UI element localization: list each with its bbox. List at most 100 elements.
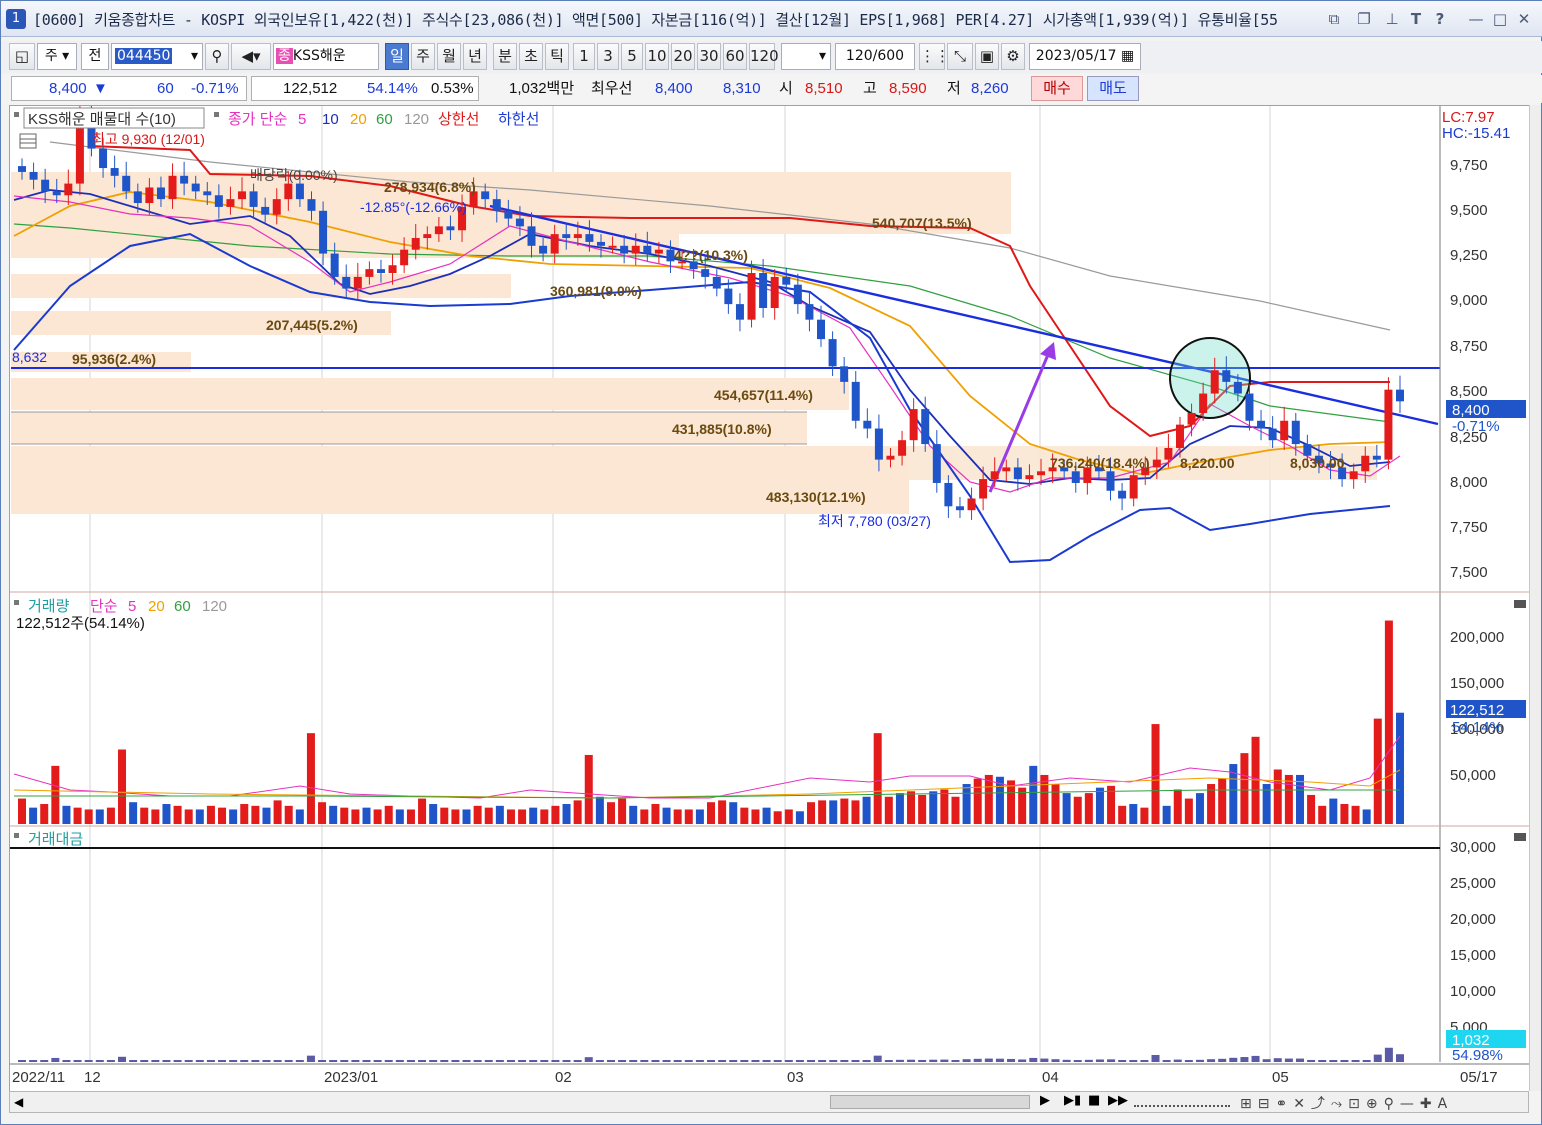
amount-bar — [206, 1060, 215, 1062]
panel-collapse-icon[interactable] — [1514, 600, 1526, 608]
amount-bar — [1062, 1059, 1071, 1062]
candle-body — [828, 339, 837, 367]
interval-button[interactable]: 1 — [573, 43, 595, 70]
period-button[interactable]: 주 — [411, 43, 435, 70]
stop-icon[interactable]: ■ — [1088, 1093, 1100, 1108]
stock-chart[interactable]: 95,936(2.4%) 207,445(5.2%) 278,934(6.8%)… — [10, 104, 1530, 1092]
all-button[interactable]: 전 — [81, 43, 109, 70]
interval-button[interactable]: 120 — [749, 43, 779, 70]
x-label: 2022/11 — [12, 1069, 65, 1086]
quote-ask: 8,400 — [655, 80, 693, 97]
volume-bar — [406, 809, 415, 824]
period-button[interactable]: 분 — [493, 43, 517, 70]
candle-body — [909, 409, 918, 441]
interval-custom-select[interactable]: ▾ — [781, 43, 831, 70]
volume-bar — [1284, 774, 1293, 824]
fast-forward-icon[interactable]: ▶▶ — [1108, 1093, 1128, 1108]
horizontal-scrollbar[interactable]: ◀ ▶ ▶▮ ■ ▶▶ ⊞⊟⚭✕⤴⤳⊡⊕⚲—✚A — [9, 1091, 1529, 1113]
profile-label: 483,130(12.1%) — [766, 489, 866, 505]
period-button[interactable]: 일 — [385, 43, 409, 70]
volume-bar — [1151, 724, 1160, 824]
lower-legend: 하한선 — [498, 111, 539, 128]
save-icon[interactable]: ▣ — [975, 43, 999, 70]
amount-bar — [318, 1060, 327, 1062]
volume-bar — [1140, 807, 1149, 824]
interval-button[interactable]: 3 — [597, 43, 619, 70]
candle-body — [446, 226, 455, 231]
amount-bar — [51, 1057, 60, 1062]
interval-button[interactable]: 10 — [645, 43, 669, 70]
stock-code-input[interactable]: 044450 ▾ — [111, 43, 203, 70]
candle-body — [562, 234, 571, 239]
candle-body — [735, 304, 744, 320]
minimize-icon[interactable]: — — [1465, 8, 1487, 30]
legend-marker-icon — [214, 112, 219, 117]
scroll-right-icon[interactable]: ▶ — [1040, 1093, 1050, 1108]
stock-name-field[interactable]: 종 KSS해운 — [273, 43, 379, 70]
interval-button[interactable]: 20 — [671, 43, 695, 70]
interval-button[interactable]: 30 — [697, 43, 721, 70]
maximize-icon[interactable]: □ — [1489, 8, 1511, 30]
candle-body — [654, 249, 663, 254]
volume-bar — [284, 805, 293, 824]
pin-icon[interactable]: ⊥ — [1381, 8, 1403, 30]
play-pause-icon[interactable]: ▶▮ — [1064, 1093, 1081, 1108]
scroll-thumb[interactable] — [830, 1095, 1030, 1109]
volume-bar — [829, 800, 838, 824]
volume-bar — [129, 802, 138, 824]
candle-body — [608, 245, 617, 248]
help-icon[interactable]: ? — [1429, 8, 1451, 30]
search-icon[interactable]: ⚲ — [205, 43, 229, 70]
volume-bar — [440, 807, 449, 824]
restore-icon[interactable]: ⧉ — [1323, 8, 1345, 30]
amount-bar — [1362, 1060, 1371, 1062]
amount-bar — [440, 1060, 449, 1062]
drawing-tools-icons[interactable]: ⊞⊟⚭✕⤴⤳⊡⊕⚲—✚A — [1240, 1093, 1453, 1113]
sound-icon[interactable]: ◀▾ — [231, 43, 271, 70]
buy-button[interactable]: 매수 — [1031, 76, 1083, 101]
market-select[interactable]: 주 ▾ — [37, 43, 77, 70]
amount-bar — [95, 1060, 104, 1062]
text-icon[interactable]: T — [1405, 8, 1427, 30]
quote-open: 8,510 — [805, 80, 843, 97]
volume-bar — [1040, 774, 1049, 824]
table-icon[interactable] — [19, 133, 37, 149]
window-icon[interactable]: ❐ — [1353, 8, 1375, 30]
volume-bar — [729, 802, 738, 824]
close-icon[interactable]: ✕ — [1513, 8, 1535, 30]
volume-bar — [395, 809, 404, 824]
period-button[interactable]: 초 — [519, 43, 543, 70]
amount-bar — [640, 1060, 649, 1062]
volume-bar — [807, 802, 816, 824]
volume-bar — [707, 802, 715, 824]
sell-button[interactable]: 매도 — [1087, 76, 1139, 101]
interval-button[interactable]: 60 — [723, 43, 747, 70]
amount-title: 거래대금 — [28, 831, 83, 848]
volume-bar — [918, 794, 927, 824]
scroll-left-icon[interactable]: ◀ — [14, 1095, 23, 1109]
candle-body — [226, 199, 235, 207]
amount-bar — [395, 1060, 404, 1062]
count-input[interactable]: 120/600 — [835, 43, 915, 70]
period-button[interactable]: 틱 — [545, 43, 569, 70]
amount-bar — [1351, 1060, 1360, 1062]
gear-icon[interactable]: ⚙ — [1001, 43, 1025, 70]
candle-body — [1349, 471, 1358, 480]
volume-bar — [1362, 809, 1371, 824]
indicator-icon[interactable]: ⤡ — [947, 43, 973, 70]
candle-settings-icon[interactable]: ⋮⋮ — [919, 43, 950, 70]
layout-icon[interactable]: ◱ — [9, 43, 35, 70]
candle-body — [133, 191, 142, 204]
amount-bar — [1384, 1047, 1393, 1062]
calendar-icon[interactable]: ▦ — [1121, 48, 1134, 64]
volume-bar — [862, 796, 871, 824]
date-input[interactable]: 2023/05/17 ▦ — [1029, 43, 1141, 70]
panel-collapse-icon[interactable] — [1514, 833, 1526, 841]
vertical-scrollbar[interactable] — [1529, 105, 1541, 1091]
period-button[interactable]: 년 — [463, 43, 487, 70]
interval-button[interactable]: 5 — [621, 43, 643, 70]
zoom-slider[interactable] — [1134, 1095, 1230, 1107]
chart-area[interactable]: 95,936(2.4%) 207,445(5.2%) 278,934(6.8%)… — [9, 104, 1530, 1092]
period-button[interactable]: 월 — [437, 43, 461, 70]
volume-bar — [429, 804, 438, 824]
